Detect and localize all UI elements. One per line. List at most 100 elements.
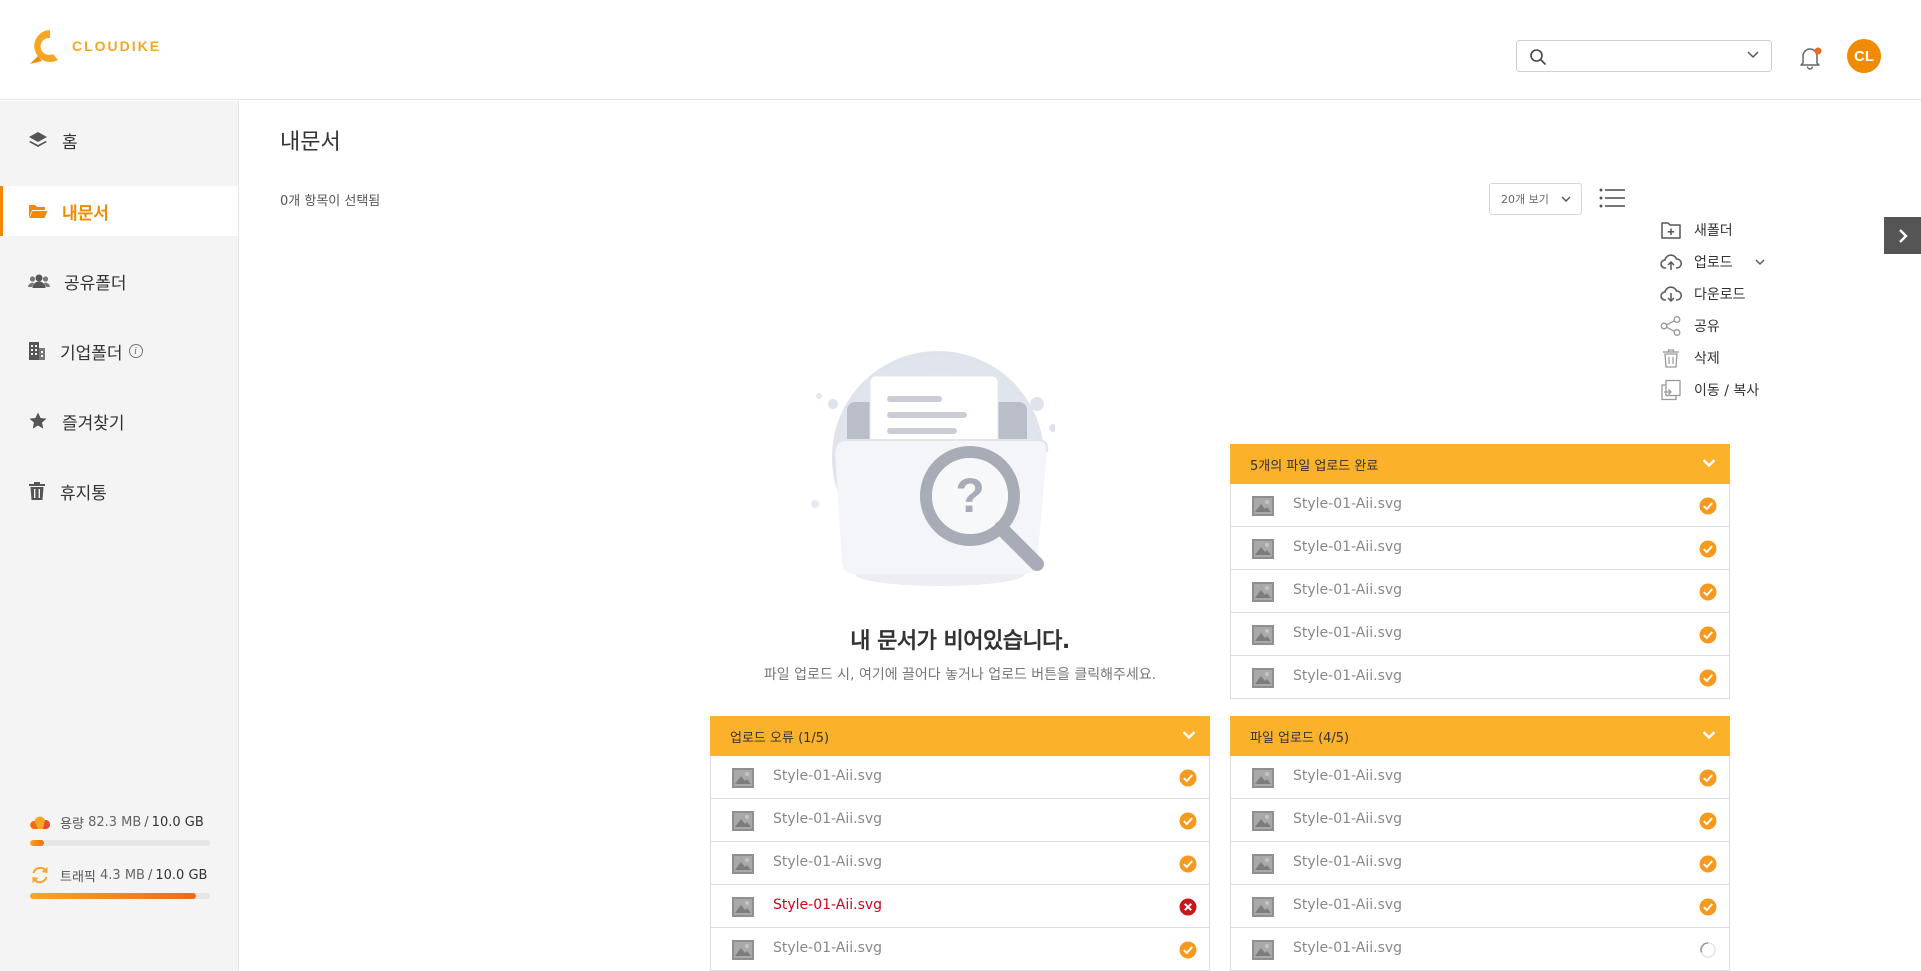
upload-file-row[interactable]: Style-01-Aii.svg (1230, 799, 1730, 842)
file-thumbnail (731, 767, 755, 793)
image-file-icon (1252, 854, 1274, 874)
sync-icon (32, 867, 48, 883)
check-circle-icon (1699, 669, 1717, 687)
logo[interactable]: CLOUDIKE (28, 26, 161, 66)
search-icon (1530, 49, 1546, 65)
check-circle-icon (1699, 769, 1717, 787)
sidebar-item-favorites[interactable]: 즐겨찾기 (0, 396, 238, 446)
upload-file-row[interactable]: Style-01-Aii.svg (710, 756, 1210, 799)
sidebar-item-company-folders[interactable]: 기업폴더 i (0, 326, 238, 376)
avatar[interactable]: CL (1847, 39, 1881, 73)
storage-bar (30, 840, 210, 846)
new-folder-icon (1661, 222, 1681, 239)
traffic-label: 트래픽 (60, 869, 96, 885)
file-name: Style-01-Aii.svg (773, 811, 883, 827)
upload-file-row[interactable]: Style-01-Aii.svg (710, 928, 1210, 971)
chevron-down-icon[interactable] (1702, 730, 1716, 740)
file-name: Style-01-Aii.svg (1293, 539, 1403, 555)
search-input[interactable] (1516, 40, 1772, 72)
chevron-down-icon[interactable] (1747, 51, 1759, 59)
panel-header[interactable]: 업로드 오류 (1/5) (710, 716, 1210, 756)
action-label: 업로드 (1694, 255, 1733, 271)
empty-title: 내 문서가 비어있습니다. (850, 629, 1070, 654)
chevron-down-icon[interactable] (1702, 458, 1716, 468)
chevron-down-icon[interactable] (1182, 730, 1196, 740)
app-header: CLOUDIKE CL (0, 0, 1921, 100)
sidebar-item-trash[interactable]: 휴지통 (0, 466, 238, 516)
error-circle-icon (1179, 898, 1197, 916)
check-circle-icon (1699, 855, 1717, 873)
file-thumbnail (731, 853, 755, 879)
share-button[interactable]: 공유 (1660, 314, 1720, 338)
upload-file-row[interactable]: Style-01-Aii.svg (710, 799, 1210, 842)
upload-file-row[interactable]: Style-01-Aii.svg (1230, 756, 1730, 799)
file-thumbnail (1251, 810, 1275, 836)
star-icon (29, 412, 47, 429)
upload-file-row[interactable]: Style-01-Aii.svg (1230, 613, 1730, 656)
check-circle-icon (1699, 583, 1717, 601)
trash-icon (29, 482, 45, 500)
layers-icon (29, 132, 47, 147)
chevron-down-icon[interactable] (1755, 259, 1765, 266)
file-thumbnail (731, 939, 755, 965)
image-file-icon (1252, 496, 1274, 516)
download-button[interactable]: 다운로드 (1660, 282, 1746, 306)
file-name: Style-01-Aii.svg (773, 768, 883, 784)
upload-file-row[interactable]: Style-01-Aii.svg (1230, 842, 1730, 885)
panel-header[interactable]: 파일 업로드 (4/5) (1230, 716, 1730, 756)
file-name: Style-01-Aii.svg (1293, 768, 1403, 784)
image-file-icon (732, 854, 754, 874)
empty-subtitle: 파일 업로드 시, 여기에 끌어다 놓거나 업로드 버튼을 클릭해주세요. (763, 667, 1157, 683)
file-thumbnail (1251, 624, 1275, 650)
file-thumbnail (1251, 495, 1275, 521)
check-circle-icon (1699, 540, 1717, 558)
panel-header[interactable]: 5개의 파일 업로드 완료 (1230, 444, 1730, 484)
upload-file-row[interactable]: Style-01-Aii.svg (1230, 484, 1730, 527)
file-name: Style-01-Aii.svg (1293, 811, 1403, 827)
check-circle-icon (1179, 855, 1197, 873)
image-file-icon (1252, 625, 1274, 645)
file-name: Style-01-Aii.svg (1293, 625, 1403, 641)
panel-title: 5개의 파일 업로드 완료 (1250, 458, 1379, 474)
file-name: Style-01-Aii.svg (1293, 582, 1403, 598)
sidebar-item-shared-folders[interactable]: 공유폴더 (0, 256, 238, 306)
cloud-download-icon (1660, 286, 1682, 303)
image-file-icon (1252, 582, 1274, 602)
image-file-icon (1252, 768, 1274, 788)
sidebar-item-my-documents[interactable]: 내문서 (0, 186, 238, 236)
upload-file-row[interactable]: Style-01-Aii.svg (710, 885, 1210, 928)
storage-total: 10.0 GB (151, 815, 204, 830)
image-file-icon (732, 897, 754, 917)
upload-button[interactable]: 업로드 (1660, 250, 1777, 274)
upload-file-row[interactable]: Style-01-Aii.svg (1230, 570, 1730, 613)
upload-file-row[interactable]: Style-01-Aii.svg (1230, 928, 1730, 971)
list-view-icon[interactable] (1599, 187, 1625, 209)
image-file-icon (1252, 539, 1274, 559)
check-circle-icon (1179, 941, 1197, 959)
upload-file-row[interactable]: Style-01-Aii.svg (1230, 527, 1730, 570)
sidebar-item-home[interactable]: 홈 (0, 115, 238, 165)
sidebar: 홈 내문서 공유폴더 기업폴더 i 즐겨찾기 휴지통 용량 82.3 MB / … (0, 101, 239, 971)
upload-file-row[interactable]: Style-01-Aii.svg (1230, 885, 1730, 928)
file-thumbnail (1251, 538, 1275, 564)
upload-file-row[interactable]: Style-01-Aii.svg (710, 842, 1210, 885)
move-copy-button[interactable]: 이동 / 복사 (1660, 378, 1759, 402)
file-name: Style-01-Aii.svg (1293, 897, 1403, 913)
file-name: Style-01-Aii.svg (1293, 854, 1403, 870)
traffic-used: 4.3 MB (100, 867, 145, 883)
sidebar-item-label: 즐겨찾기 (62, 413, 125, 434)
image-file-icon (1252, 940, 1274, 960)
users-icon (28, 274, 50, 288)
bell-icon[interactable] (1797, 44, 1825, 70)
file-name: Style-01-Aii.svg (1293, 496, 1403, 512)
per-page-select[interactable]: 20개 보기 (1489, 183, 1582, 215)
image-file-icon (732, 768, 754, 788)
delete-button[interactable]: 삭제 (1660, 346, 1720, 370)
image-file-icon (1252, 668, 1274, 688)
info-icon[interactable]: i (128, 344, 143, 358)
side-panel-toggle[interactable] (1884, 217, 1921, 254)
chevron-down-icon (1561, 196, 1571, 202)
upload-file-row[interactable]: Style-01-Aii.svg (1230, 656, 1730, 699)
file-thumbnail (731, 896, 755, 922)
new-folder-button[interactable]: 새폴더 (1660, 218, 1733, 242)
